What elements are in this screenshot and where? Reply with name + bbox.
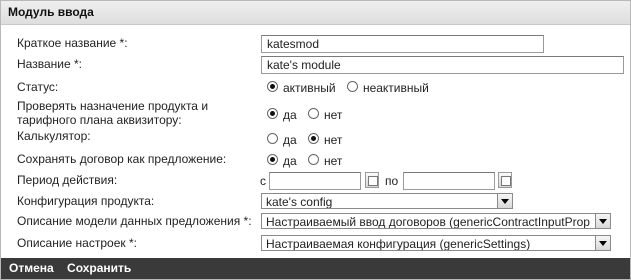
calculator-yes-label: да (283, 133, 297, 147)
check-product-radio-group: да нет (267, 108, 350, 122)
check-product-yes-label: да (283, 108, 297, 122)
check-product-no-radio[interactable] (308, 108, 320, 119)
period-to-calendar-icon[interactable] (498, 172, 512, 188)
period-from-label: с (260, 174, 266, 188)
panel-footer: Отмена Сохранить (1, 258, 630, 279)
check-product-no-label: нет (324, 108, 343, 122)
chevron-down-icon[interactable] (595, 236, 610, 250)
cancel-button[interactable]: Отмена (9, 261, 54, 275)
status-inactive-radio[interactable] (346, 81, 358, 92)
check-product-label-line2: тарифного плана аквизитору: (17, 113, 182, 127)
period-to-input[interactable] (403, 172, 495, 190)
input-module-panel: Модуль ввода Краткое название *: katesmo… (0, 0, 631, 280)
short-name-input[interactable]: katesmod (261, 35, 544, 53)
product-config-label: Конфигурация продукта: (17, 194, 155, 208)
check-product-label: Проверять назначение продукта и тарифног… (17, 99, 208, 127)
status-inactive-label: неактивный (362, 81, 429, 95)
save-as-offer-no-label: нет (324, 154, 343, 168)
save-as-offer-label: Сохранять договор как предложение: (17, 152, 227, 166)
period-label: Период действия: (17, 173, 118, 187)
chevron-down-icon[interactable] (595, 214, 610, 228)
short-name-label: Краткое название *: (17, 36, 128, 50)
save-as-offer-yes-label: да (283, 154, 297, 168)
calculator-radio-group: да нет (267, 133, 350, 147)
product-config-select[interactable]: kate's config (261, 193, 513, 209)
period-from-calendar-icon[interactable] (365, 172, 379, 188)
name-label: Название *: (17, 57, 82, 71)
settings-desc-select[interactable]: Настраиваемая конфигурация (genericSetti… (261, 235, 611, 251)
chevron-down-icon[interactable] (497, 194, 512, 208)
save-as-offer-no-radio[interactable] (308, 154, 320, 165)
calculator-no-radio[interactable] (308, 133, 320, 144)
status-radio-group: активный неактивный (267, 81, 437, 95)
check-product-label-line1: Проверять назначение продукта и (17, 99, 209, 113)
calculator-label: Калькулятор: (17, 129, 91, 143)
status-label: Статус: (17, 80, 59, 94)
status-active-radio[interactable] (267, 81, 278, 92)
settings-desc-label: Описание настроек *: (17, 236, 137, 250)
period-from-input[interactable] (269, 172, 361, 190)
save-as-offer-radio-group: да нет (267, 154, 350, 168)
name-input[interactable]: kate's module (261, 56, 624, 74)
offer-model-value: Настраиваемый ввод договоров (genericCon… (266, 215, 590, 229)
save-as-offer-yes-radio[interactable] (267, 154, 278, 165)
settings-desc-value: Настраиваемая конфигурация (genericSetti… (266, 237, 531, 251)
offer-model-label: Описание модели данных предложения *: (17, 214, 252, 228)
panel-title: Модуль ввода (1, 1, 630, 25)
offer-model-select[interactable]: Настраиваемый ввод договоров (genericCon… (261, 213, 611, 229)
product-config-value: kate's config (266, 195, 333, 209)
status-active-label: активный (283, 81, 336, 95)
calculator-no-label: нет (324, 133, 343, 147)
save-button[interactable]: Сохранить (67, 261, 131, 275)
check-product-yes-radio[interactable] (267, 108, 278, 119)
calculator-yes-radio[interactable] (267, 133, 278, 144)
period-to-label: по (385, 174, 399, 188)
